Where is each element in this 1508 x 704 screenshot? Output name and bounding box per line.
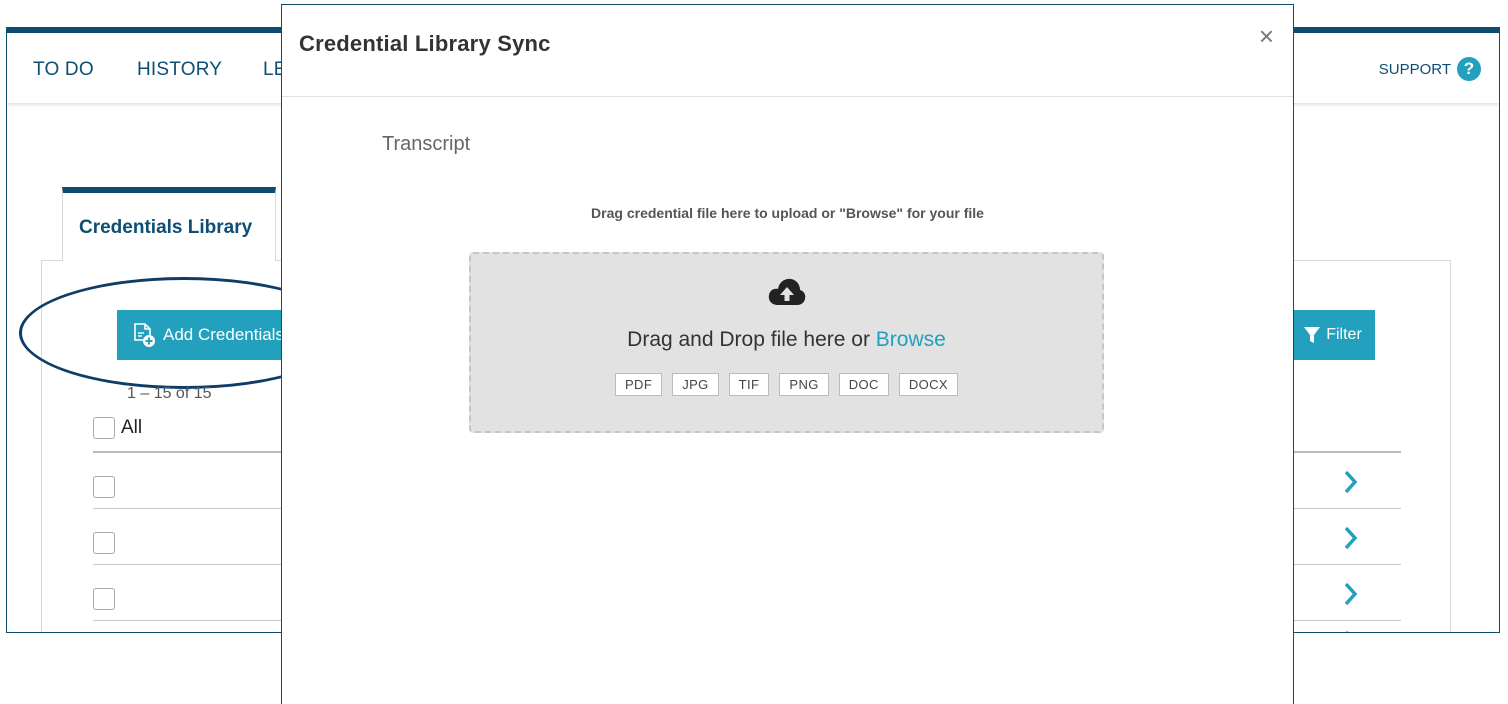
select-all-checkbox[interactable] (93, 417, 115, 439)
cloud-upload-icon (768, 278, 806, 305)
tab-label: Credentials Library (79, 217, 253, 238)
file-type-badge: DOCX (898, 373, 959, 396)
file-type-badge: TIF (728, 373, 770, 396)
nav-todo[interactable]: TO DO (33, 59, 94, 81)
help-circle-icon: ? (1457, 57, 1481, 81)
file-dropzone[interactable]: Drag and Drop file here or Browse PDF JP… (469, 252, 1104, 433)
chevron-right-icon[interactable] (1343, 469, 1359, 495)
allowed-file-types: PDF JPG TIF PNG DOC DOCX (471, 373, 1102, 396)
drop-text: Drag and Drop file here or Browse (471, 328, 1102, 352)
nav-history[interactable]: HISTORY (137, 59, 222, 81)
modal-title: Credential Library Sync (299, 31, 551, 56)
support-label: SUPPORT (1378, 60, 1451, 78)
select-all-label: All (121, 417, 143, 438)
drop-label: Drag and Drop file here or (627, 328, 870, 351)
filter-icon (1304, 327, 1321, 343)
section-label: Transcript (382, 133, 471, 155)
select-all-row[interactable]: All (93, 417, 142, 439)
upload-instructions: Drag credential file here to upload or "… (591, 205, 984, 221)
credential-sync-modal: Credential Library Sync × Transcript Dra… (281, 4, 1294, 704)
filter-label: Filter (1326, 326, 1362, 343)
file-type-badge: DOC (838, 373, 889, 396)
chevron-right-icon[interactable] (1343, 629, 1359, 633)
close-icon[interactable]: × (1259, 23, 1274, 49)
result-count: 1 – 15 of 15 (127, 385, 212, 402)
file-type-badge: PDF (614, 373, 663, 396)
browse-link[interactable]: Browse (876, 328, 946, 351)
file-type-badge: JPG (672, 373, 719, 396)
tab-credentials-library[interactable]: Credentials Library (62, 187, 276, 261)
modal-header: Credential Library Sync × (282, 5, 1293, 97)
row-checkbox[interactable] (93, 588, 115, 610)
support-link[interactable]: SUPPORT ? (1379, 57, 1481, 81)
chevron-right-icon[interactable] (1343, 525, 1359, 551)
row-checkbox[interactable] (93, 532, 115, 554)
file-type-badge: PNG (779, 373, 829, 396)
filter-button[interactable]: Filter (1291, 310, 1375, 360)
chevron-right-icon[interactable] (1343, 581, 1359, 607)
row-checkbox[interactable] (93, 476, 115, 498)
